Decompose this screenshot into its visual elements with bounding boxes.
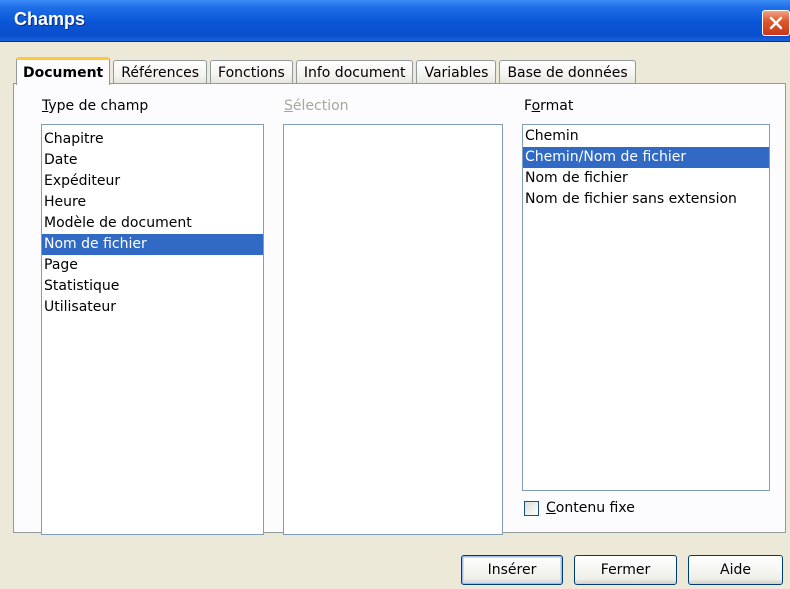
format-label: Format [524, 98, 573, 114]
selection-label: Sélection [284, 98, 349, 114]
mnemonic: S [284, 98, 293, 114]
label-text: F [524, 98, 532, 114]
type-champ-list[interactable]: Chapitre Date Expéditeur Heure Modèle de… [41, 124, 264, 535]
contenu-fixe-checkbox[interactable] [524, 500, 539, 516]
button-label: Insérer [487, 562, 537, 578]
tab-base-de-donnees[interactable]: Base de données [499, 60, 636, 84]
tab-label: Fonctions [218, 64, 285, 81]
tab-label: Base de données [507, 64, 628, 81]
list-item[interactable]: Modèle de document [42, 213, 263, 234]
format-list[interactable]: Chemin Chemin/Nom de fichier Nom de fich… [522, 124, 770, 491]
tab-label: Variables [424, 64, 489, 81]
tab-document[interactable]: Document [16, 57, 111, 85]
mnemonic: C [546, 500, 556, 516]
title-bar: Champs [0, 0, 790, 42]
type-champ-label: Type de champ [42, 98, 148, 114]
tab-label: Références [121, 64, 200, 81]
dialog-body: Document Références Fonctions Info docum… [0, 42, 790, 589]
list-item[interactable]: Page [42, 255, 263, 276]
list-item[interactable]: Nom de fichier sans extension [523, 189, 769, 210]
mnemonic: o [531, 98, 541, 114]
insert-button[interactable]: Insérer [461, 555, 563, 585]
help-button[interactable]: Aide [688, 555, 783, 585]
tab-strip: Document Références Fonctions Info docum… [16, 57, 639, 85]
list-item[interactable]: Heure [42, 192, 263, 213]
list-item[interactable]: Nom de fichier [523, 168, 769, 189]
list-item[interactable]: Utilisateur [42, 297, 263, 318]
tab-info-document[interactable]: Info document [295, 60, 414, 84]
contenu-fixe-option[interactable]: Contenu fixe [524, 500, 635, 516]
label-text: élection [292, 98, 349, 114]
close-dialog-button[interactable]: Fermer [574, 555, 677, 585]
list-item[interactable]: Expéditeur [42, 171, 263, 192]
tab-variables[interactable]: Variables [416, 60, 497, 84]
tab-references[interactable]: Références [113, 60, 208, 84]
list-item-selected[interactable]: Nom de fichier [42, 234, 263, 255]
tab-label: Document [23, 64, 104, 81]
tab-fonctions[interactable]: Fonctions [210, 60, 293, 84]
list-item-selected[interactable]: Chemin/Nom de fichier [523, 147, 769, 168]
button-label: Aide [720, 562, 751, 578]
label-text: rmat [540, 98, 574, 114]
list-item[interactable]: Chapitre [42, 129, 263, 150]
list-item[interactable]: Statistique [42, 276, 263, 297]
tab-label: Info document [303, 64, 406, 81]
selection-list[interactable] [283, 124, 503, 535]
window-title: Champs [14, 9, 86, 29]
button-label: Fermer [600, 562, 651, 578]
list-item[interactable]: Chemin [523, 126, 769, 147]
label-text: ontenu fixe [555, 500, 635, 516]
label-text: ype de champ [48, 98, 149, 114]
close-icon [769, 16, 783, 30]
contenu-fixe-label: Contenu fixe [546, 500, 635, 516]
close-button[interactable] [762, 10, 790, 36]
list-item[interactable]: Date [42, 150, 263, 171]
